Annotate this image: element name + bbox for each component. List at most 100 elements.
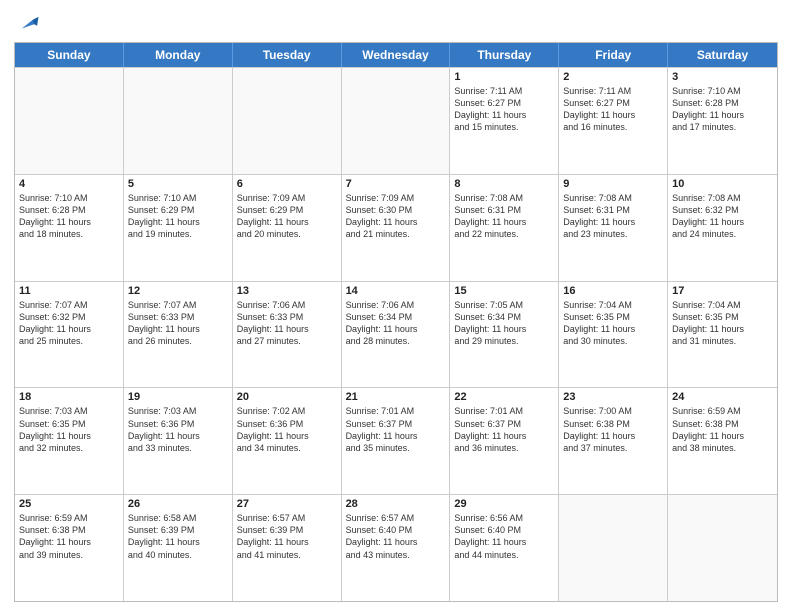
day-number: 26 [128,498,228,510]
calendar-body: 1 Sunrise: 7:11 AM Sunset: 6:27 PM Daylig… [15,67,777,601]
day-number: 9 [563,178,663,190]
day-number: 14 [346,285,446,297]
day-number: 27 [237,498,337,510]
calendar-week-3: 11 Sunrise: 7:07 AM Sunset: 6:32 PM Dayli… [15,281,777,388]
day-info: Sunrise: 7:03 AM Sunset: 6:35 PM Dayligh… [19,405,119,454]
header [14,10,778,36]
day-info: Sunrise: 7:04 AM Sunset: 6:35 PM Dayligh… [672,299,773,348]
day-number: 17 [672,285,773,297]
day-header-wednesday: Wednesday [342,43,451,67]
day-header-thursday: Thursday [450,43,559,67]
calendar-week-2: 4 Sunrise: 7:10 AM Sunset: 6:28 PM Daylig… [15,174,777,281]
calendar-cell: 4 Sunrise: 7:10 AM Sunset: 6:28 PM Daylig… [15,175,124,281]
day-number: 4 [19,178,119,190]
calendar-cell: 16Sunrise: 7:04 AM Sunset: 6:35 PM Dayli… [559,282,668,388]
day-info: Sunrise: 7:10 AM Sunset: 6:28 PM Dayligh… [19,192,119,241]
day-number: 7 [346,178,446,190]
calendar-cell: 18 Sunrise: 7:03 AM Sunset: 6:35 PM Dayli… [15,388,124,494]
day-info: Sunrise: 6:56 AM Sunset: 6:40 PM Dayligh… [454,512,554,561]
day-info: Sunrise: 7:08 AM Sunset: 6:31 PM Dayligh… [454,192,554,241]
calendar-cell: 17 Sunrise: 7:04 AM Sunset: 6:35 PM Dayli… [668,282,777,388]
calendar-cell: 19 Sunrise: 7:03 AM Sunset: 6:36 PM Dayli… [124,388,233,494]
calendar-cell: 12 Sunrise: 7:07 AM Sunset: 6:33 PM Dayli… [124,282,233,388]
day-info: Sunrise: 7:02 AM Sunset: 6:36 PM Dayligh… [237,405,337,454]
day-info: Sunrise: 7:06 AM Sunset: 6:33 PM Dayligh… [237,299,337,348]
calendar-cell [559,495,668,601]
calendar-cell: 5Sunrise: 7:10 AM Sunset: 6:29 PM Daylig… [124,175,233,281]
day-number: 10 [672,178,773,190]
day-info: Sunrise: 7:11 AM Sunset: 6:27 PM Dayligh… [563,85,663,134]
day-info: Sunrise: 7:03 AM Sunset: 6:36 PM Dayligh… [128,405,228,454]
calendar-cell: 21Sunrise: 7:01 AM Sunset: 6:37 PM Dayli… [342,388,451,494]
day-number: 1 [454,71,554,83]
day-number: 29 [454,498,554,510]
calendar-cell: 23 Sunrise: 7:00 AM Sunset: 6:38 PM Dayli… [559,388,668,494]
calendar-week-4: 18 Sunrise: 7:03 AM Sunset: 6:35 PM Dayli… [15,387,777,494]
logo-bird-icon [18,14,40,36]
day-info: Sunrise: 7:08 AM Sunset: 6:31 PM Dayligh… [563,192,663,241]
day-number: 28 [346,498,446,510]
calendar-cell: 8Sunrise: 7:08 AM Sunset: 6:31 PM Daylig… [450,175,559,281]
day-number: 2 [563,71,663,83]
day-number: 24 [672,391,773,403]
day-number: 21 [346,391,446,403]
calendar-cell [342,68,451,174]
day-info: Sunrise: 7:07 AM Sunset: 6:33 PM Dayligh… [128,299,228,348]
day-number: 5 [128,178,228,190]
day-number: 23 [563,391,663,403]
day-header-monday: Monday [124,43,233,67]
day-info: Sunrise: 7:07 AM Sunset: 6:32 PM Dayligh… [19,299,119,348]
day-number: 25 [19,498,119,510]
day-number: 11 [19,285,119,297]
day-info: Sunrise: 7:06 AM Sunset: 6:34 PM Dayligh… [346,299,446,348]
day-number: 15 [454,285,554,297]
day-info: Sunrise: 7:10 AM Sunset: 6:28 PM Dayligh… [672,85,773,134]
calendar-cell: 9 Sunrise: 7:08 AM Sunset: 6:31 PM Daylig… [559,175,668,281]
calendar-cell: 25Sunrise: 6:59 AM Sunset: 6:38 PM Dayli… [15,495,124,601]
calendar-cell [233,68,342,174]
calendar-cell: 29 Sunrise: 6:56 AM Sunset: 6:40 PM Dayli… [450,495,559,601]
calendar-cell: 2 Sunrise: 7:11 AM Sunset: 6:27 PM Daylig… [559,68,668,174]
day-info: Sunrise: 6:59 AM Sunset: 6:38 PM Dayligh… [672,405,773,454]
calendar-cell: 3 Sunrise: 7:10 AM Sunset: 6:28 PM Daylig… [668,68,777,174]
day-info: Sunrise: 7:01 AM Sunset: 6:37 PM Dayligh… [454,405,554,454]
calendar-week-5: 25Sunrise: 6:59 AM Sunset: 6:38 PM Dayli… [15,494,777,601]
day-number: 18 [19,391,119,403]
calendar-week-1: 1 Sunrise: 7:11 AM Sunset: 6:27 PM Daylig… [15,67,777,174]
day-header-saturday: Saturday [668,43,777,67]
day-header-friday: Friday [559,43,668,67]
page: SundayMondayTuesdayWednesdayThursdayFrid… [0,0,792,612]
day-number: 20 [237,391,337,403]
calendar-cell: 11 Sunrise: 7:07 AM Sunset: 6:32 PM Dayli… [15,282,124,388]
day-info: Sunrise: 7:11 AM Sunset: 6:27 PM Dayligh… [454,85,554,134]
day-number: 6 [237,178,337,190]
day-number: 22 [454,391,554,403]
day-info: Sunrise: 7:08 AM Sunset: 6:32 PM Dayligh… [672,192,773,241]
calendar-cell: 24 Sunrise: 6:59 AM Sunset: 6:38 PM Dayli… [668,388,777,494]
calendar-cell [668,495,777,601]
calendar-cell: 7Sunrise: 7:09 AM Sunset: 6:30 PM Daylig… [342,175,451,281]
calendar-cell: 28 Sunrise: 6:57 AM Sunset: 6:40 PM Dayli… [342,495,451,601]
day-header-sunday: Sunday [15,43,124,67]
day-info: Sunrise: 7:00 AM Sunset: 6:38 PM Dayligh… [563,405,663,454]
day-number: 12 [128,285,228,297]
calendar-cell: 20 Sunrise: 7:02 AM Sunset: 6:36 PM Dayli… [233,388,342,494]
calendar-cell: 1 Sunrise: 7:11 AM Sunset: 6:27 PM Daylig… [450,68,559,174]
calendar-header: SundayMondayTuesdayWednesdayThursdayFrid… [15,43,777,67]
day-info: Sunrise: 7:04 AM Sunset: 6:35 PM Dayligh… [563,299,663,348]
calendar: SundayMondayTuesdayWednesdayThursdayFrid… [14,42,778,602]
calendar-cell: 27Sunrise: 6:57 AM Sunset: 6:39 PM Dayli… [233,495,342,601]
calendar-cell: 6 Sunrise: 7:09 AM Sunset: 6:29 PM Daylig… [233,175,342,281]
day-info: Sunrise: 6:58 AM Sunset: 6:39 PM Dayligh… [128,512,228,561]
day-info: Sunrise: 6:57 AM Sunset: 6:40 PM Dayligh… [346,512,446,561]
day-number: 3 [672,71,773,83]
logo [14,14,40,36]
calendar-cell: 13Sunrise: 7:06 AM Sunset: 6:33 PM Dayli… [233,282,342,388]
calendar-cell: 26 Sunrise: 6:58 AM Sunset: 6:39 PM Dayli… [124,495,233,601]
day-info: Sunrise: 7:05 AM Sunset: 6:34 PM Dayligh… [454,299,554,348]
day-info: Sunrise: 7:09 AM Sunset: 6:29 PM Dayligh… [237,192,337,241]
day-number: 19 [128,391,228,403]
calendar-cell: 10 Sunrise: 7:08 AM Sunset: 6:32 PM Dayli… [668,175,777,281]
calendar-cell: 22 Sunrise: 7:01 AM Sunset: 6:37 PM Dayli… [450,388,559,494]
calendar-cell: 15 Sunrise: 7:05 AM Sunset: 6:34 PM Dayli… [450,282,559,388]
